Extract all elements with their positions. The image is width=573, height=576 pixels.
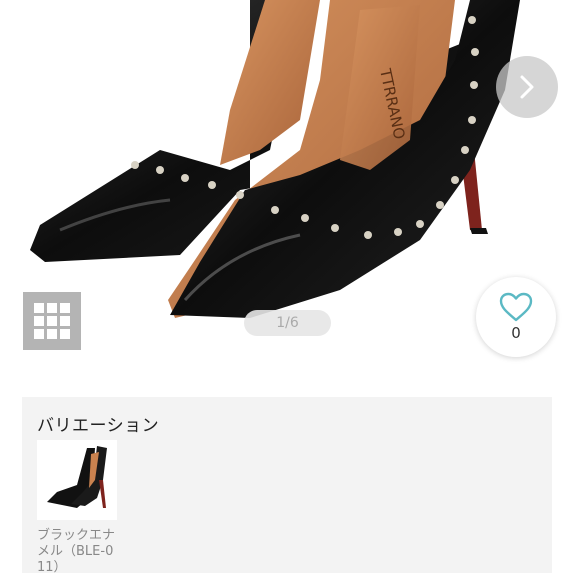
- grid-icon: [34, 303, 70, 339]
- favorite-count: 0: [511, 324, 521, 342]
- variation-thumbnail[interactable]: [37, 440, 117, 520]
- heart-icon: [499, 292, 533, 322]
- variation-item[interactable]: ブラックエナメル（BLE-011）: [37, 440, 119, 576]
- image-grid-button[interactable]: [23, 292, 81, 350]
- image-counter: 1/6: [244, 310, 331, 336]
- variation-label: ブラックエナメル（BLE-011）: [37, 528, 116, 575]
- variation-section: バリエーション ブラックエナメル（BLE-011）: [22, 397, 552, 576]
- variation-title: バリエーション: [37, 416, 160, 436]
- favorite-button[interactable]: 0: [476, 277, 556, 357]
- chevron-right-icon: [520, 75, 534, 99]
- next-image-button[interactable]: [496, 56, 558, 118]
